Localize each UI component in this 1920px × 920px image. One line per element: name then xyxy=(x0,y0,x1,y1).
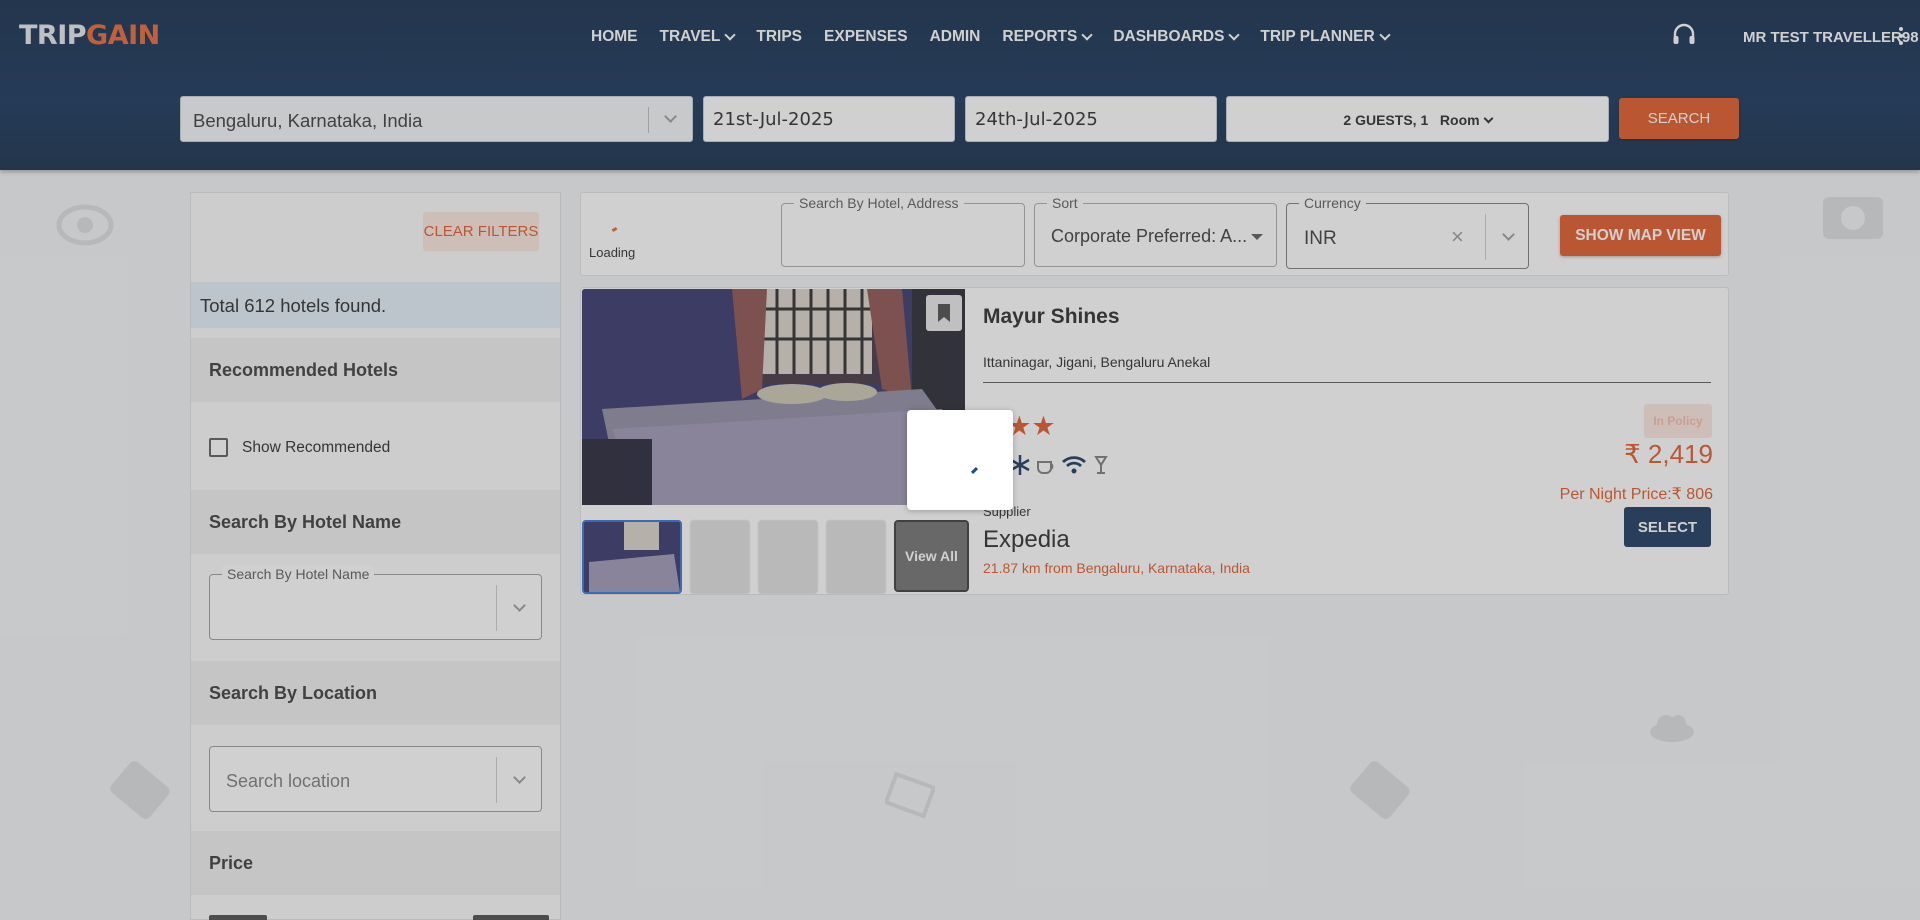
loading-overlay xyxy=(0,0,1920,920)
loading-dialog xyxy=(907,410,1013,510)
loading-spinner-icon xyxy=(970,466,979,475)
